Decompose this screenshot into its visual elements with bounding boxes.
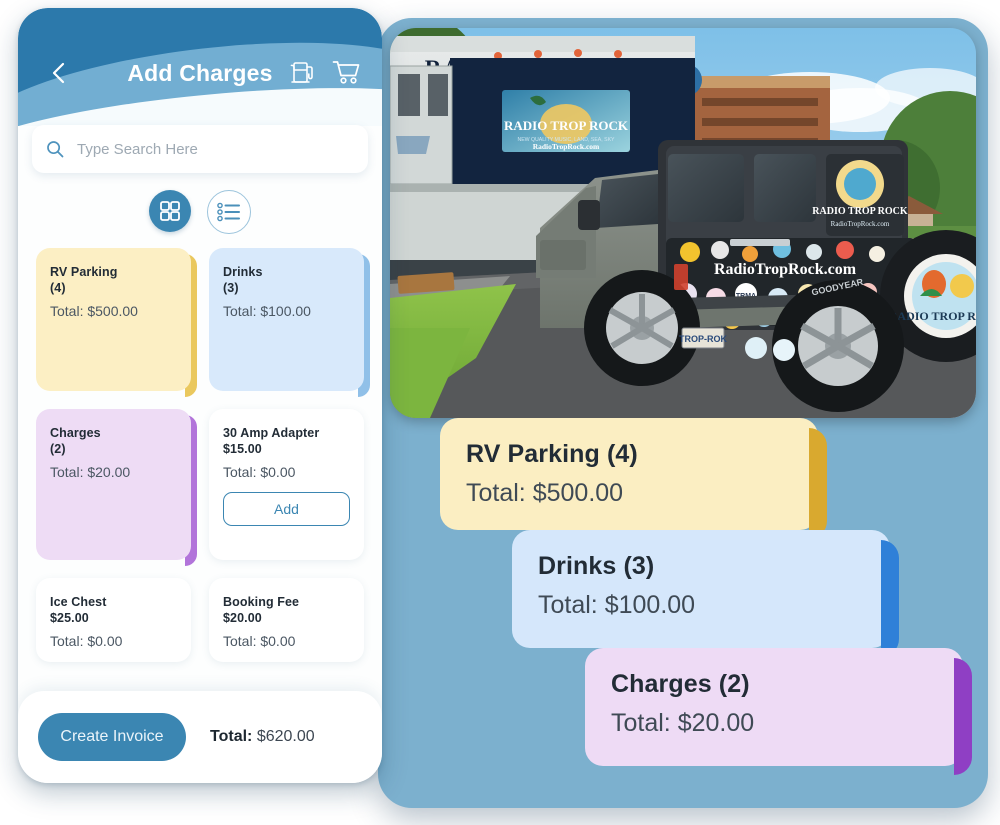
bottom-action-bar: Create Invoice Total: $620.00	[18, 691, 382, 783]
callout-edge	[809, 428, 827, 539]
charges-card-grid: RV Parking (4) Total: $500.00 Drinks (3) Tota…	[36, 248, 370, 662]
chevron-left-icon	[52, 62, 65, 84]
charge-card-name: Booking Fee	[223, 595, 300, 609]
charge-card[interactable]: 30 Amp Adapter $15.00 Total: $0.00 Add	[209, 409, 364, 560]
callout-name: RV Parking (4)	[466, 440, 638, 468]
charge-card-total: Total: $20.00	[50, 464, 131, 480]
grand-total-value: $620.00	[256, 728, 315, 745]
svg-text:RadioTropRock.com: RadioTropRock.com	[831, 220, 890, 228]
charge-card-edge	[185, 254, 197, 397]
charge-card-qty: (2)	[50, 442, 66, 456]
callout-edge	[881, 540, 899, 657]
callout-edge	[954, 658, 972, 775]
charge-card-total: Total: $0.00	[223, 464, 296, 480]
charge-card-name: RV Parking	[50, 265, 118, 279]
charge-card-price: $20.00	[223, 611, 262, 625]
charge-card-edge	[358, 254, 370, 397]
svg-text:TROP-ROK: TROP-ROK	[679, 334, 727, 344]
charge-card[interactable]: Booking Fee $20.00 Total: $0.00	[209, 578, 364, 662]
charge-card-qty: (4)	[50, 281, 66, 295]
charge-card-total: Total: $500.00	[50, 303, 138, 319]
grand-total: Total: $620.00	[210, 728, 315, 746]
header-actions	[288, 58, 360, 86]
charge-card-name: Charges	[50, 426, 101, 440]
view-toggle-group	[18, 190, 382, 234]
charge-card[interactable]: Drinks (3) Total: $100.00	[209, 248, 370, 397]
callout-card: Drinks (3) Total: $100.00	[512, 530, 899, 657]
charge-card[interactable]: Ice Chest $25.00 Total: $0.00	[36, 578, 191, 662]
phone-mockup: Add Charges Type Search Here RV Parking …	[18, 8, 382, 783]
svg-text:RadioTropRock.com: RadioTropRock.com	[533, 142, 600, 151]
svg-text:RADIO TROP ROCK: RADIO TROP ROCK	[889, 309, 976, 323]
callout-total: Total: $20.00	[611, 709, 755, 737]
callout-card: Charges (2) Total: $20.00	[585, 648, 972, 775]
svg-text:RADIO TROP ROCK: RADIO TROP ROCK	[504, 118, 629, 133]
callout-name: Drinks (3)	[538, 552, 655, 580]
charge-card-qty: (3)	[223, 281, 239, 295]
shopping-cart-icon[interactable]	[332, 58, 360, 86]
charge-card[interactable]: RV Parking (4) Total: $500.00	[36, 248, 197, 397]
charge-card-total: Total: $0.00	[50, 633, 123, 649]
svg-text:RADIO TROP ROCK: RADIO TROP ROCK	[812, 206, 908, 217]
search-input[interactable]	[75, 139, 354, 159]
charge-card[interactable]: Charges (2) Total: $20.00	[36, 409, 197, 566]
callout-total: Total: $500.00	[466, 479, 624, 507]
callout-card: RV Parking (4) Total: $500.00	[440, 418, 827, 539]
callout-name: Charges (2)	[611, 670, 750, 698]
list-view-icon[interactable]	[207, 190, 251, 234]
add-charge-button[interactable]: Add	[223, 492, 350, 526]
vehicle-photo: RADIO TROP ROCK RADIO TROP ROCK NEW QUAL…	[390, 28, 976, 418]
svg-text:RadioTropRock.com: RadioTropRock.com	[714, 261, 857, 278]
charge-card-price: $15.00	[223, 442, 262, 456]
charge-card-name: Ice Chest	[50, 595, 107, 609]
charge-card-total: Total: $0.00	[223, 633, 296, 649]
charge-card-edge	[185, 415, 197, 566]
screenshot-stage: RADIO TROP ROCK RADIO TROP ROCK NEW QUAL…	[0, 0, 1000, 825]
charge-card-name: Drinks	[223, 265, 263, 279]
grid-view-icon[interactable]	[149, 190, 191, 232]
search-icon	[46, 140, 64, 158]
charge-card-total: Total: $100.00	[223, 303, 311, 319]
back-button[interactable]	[46, 60, 72, 86]
callout-total: Total: $100.00	[538, 591, 696, 619]
fuel-pump-icon[interactable]	[288, 58, 316, 86]
grand-total-label: Total:	[210, 728, 253, 745]
charge-card-name: 30 Amp Adapter	[223, 426, 320, 440]
search-bar[interactable]	[32, 125, 368, 173]
create-invoice-button[interactable]: Create Invoice	[38, 713, 186, 761]
charge-card-price: $25.00	[50, 611, 89, 625]
